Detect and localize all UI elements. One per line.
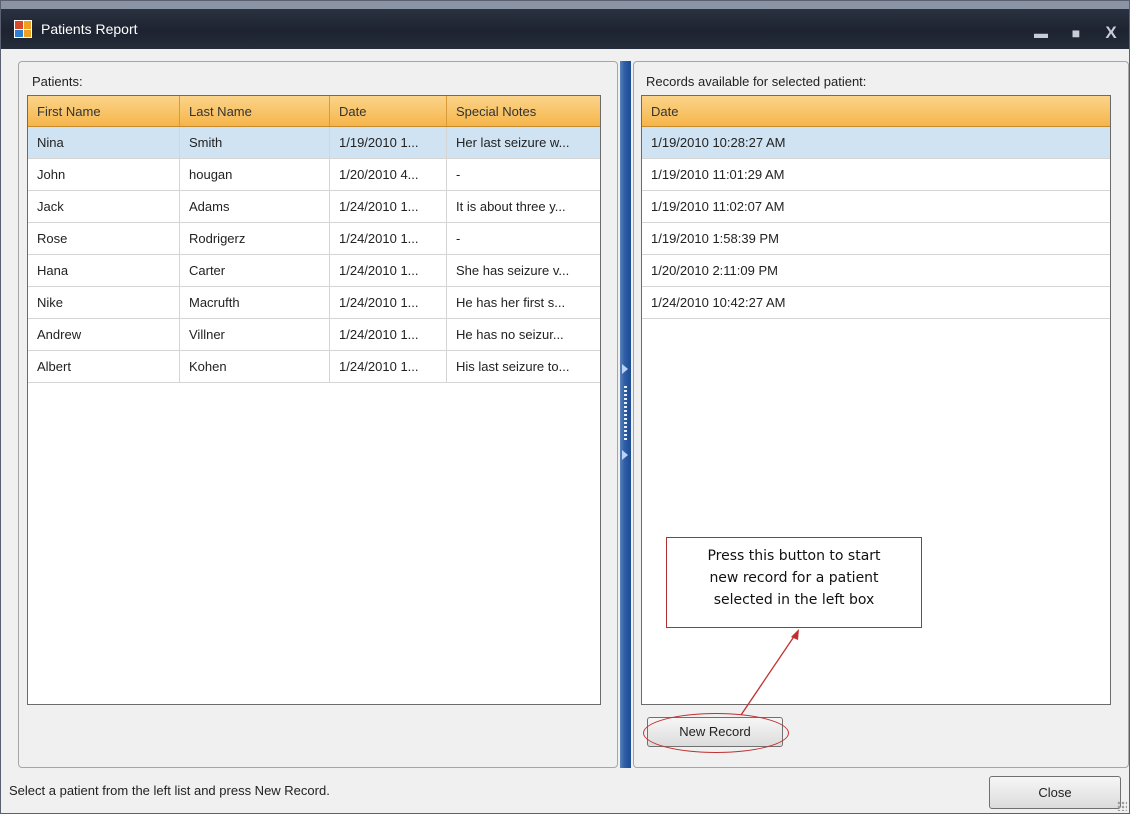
patient-row[interactable]: Nina Smith 1/19/2010 1... Her last seizure … [28, 127, 600, 159]
patient-row[interactable]: John hougan 1/20/2010 4... - [28, 159, 600, 191]
cell-special-notes: He has no seizur... [456, 327, 564, 342]
cell-date: 1/24/2010 1... [330, 287, 447, 318]
cell-date: 1/20/2010 4... [330, 159, 447, 190]
cell-record-date: 1/24/2010 10:42:27 AM [651, 295, 786, 310]
title-bar[interactable]: Patients Report ▬ ■ X [1, 1, 1129, 49]
patients-report-window: Patients Report ▬ ■ X Patients: First Na… [0, 0, 1130, 814]
cell-special-notes: It is about three y... [456, 199, 566, 214]
cell-last-name: Kohen [180, 351, 330, 382]
cell-record-date: 1/20/2010 2:11:09 PM [651, 263, 778, 278]
record-row[interactable]: 1/19/2010 11:02:07 AM [642, 191, 1110, 223]
record-row[interactable]: 1/24/2010 10:42:27 AM [642, 287, 1110, 319]
column-header-special-notes[interactable]: Special Notes [447, 96, 600, 126]
patients-grid-header: First Name Last Name Date Special Notes [28, 96, 600, 127]
cell-record-date: 1/19/2010 11:01:29 AM [651, 167, 785, 182]
maximize-icon[interactable]: ■ [1066, 23, 1086, 43]
column-header-first-name[interactable]: First Name [28, 96, 180, 126]
minimize-icon[interactable]: ▬ [1031, 23, 1051, 43]
splitter-grip-icon [624, 386, 627, 441]
cell-special-notes: - [456, 231, 461, 246]
record-row[interactable]: 1/19/2010 1:58:39 PM [642, 223, 1110, 255]
records-grid-header: Date [642, 96, 1110, 127]
callout-line: selected in the left box [713, 592, 875, 608]
cell-first-name: John [28, 159, 180, 190]
cell-record-date: 1/19/2010 11:02:07 AM [651, 199, 785, 214]
cell-date: 1/24/2010 1... [330, 223, 447, 254]
cell-first-name: Albert [28, 351, 180, 382]
cell-last-name: Villner [180, 319, 330, 350]
cell-first-name: Jack [28, 191, 180, 222]
patient-row[interactable]: Nike Macrufth 1/24/2010 1... He has her fir… [28, 287, 600, 319]
patient-row[interactable]: Rose Rodrigerz 1/24/2010 1... - [28, 223, 600, 255]
record-row[interactable]: 1/19/2010 10:28:27 AM [642, 127, 1110, 159]
cell-date: 1/24/2010 1... [330, 191, 447, 222]
cell-first-name: Nina [28, 127, 180, 158]
cell-last-name: Rodrigerz [180, 223, 330, 254]
cell-last-name: Adams [180, 191, 330, 222]
patient-row[interactable]: Jack Adams 1/24/2010 1... It is about three… [28, 191, 600, 223]
close-button[interactable]: Close [989, 776, 1121, 809]
cell-date: 1/24/2010 1... [330, 351, 447, 382]
resize-grip-icon[interactable] [1117, 801, 1127, 811]
patient-row[interactable]: Hana Carter 1/24/2010 1... She has seizure … [28, 255, 600, 287]
cell-first-name: Hana [28, 255, 180, 286]
cell-first-name: Andrew [28, 319, 180, 350]
app-icon [14, 20, 32, 38]
callout-arrow [740, 629, 799, 716]
cell-last-name: Carter [180, 255, 330, 286]
cell-special-notes: - [456, 167, 461, 182]
cell-last-name: Smith [180, 127, 330, 158]
panel-splitter[interactable] [620, 61, 631, 768]
column-header-date[interactable]: Date [330, 96, 447, 126]
cell-date: 1/24/2010 1... [330, 255, 447, 286]
column-header-last-name[interactable]: Last Name [180, 96, 330, 126]
cell-special-notes: Her last seizure w... [456, 135, 570, 150]
record-row[interactable]: 1/20/2010 2:11:09 PM [642, 255, 1110, 287]
cell-date: 1/24/2010 1... [330, 319, 447, 350]
cell-special-notes: His last seizure to... [456, 359, 570, 374]
cell-record-date: 1/19/2010 10:28:27 AM [651, 135, 786, 150]
cell-first-name: Nike [28, 287, 180, 318]
callout-line: Press this button to start [707, 548, 881, 564]
patient-row[interactable]: Albert Kohen 1/24/2010 1... His last seizur… [28, 351, 600, 383]
column-header-record-date[interactable]: Date [642, 96, 1110, 126]
cell-record-date: 1/19/2010 1:58:39 PM [651, 231, 779, 246]
cell-special-notes: She has seizure v... [456, 263, 570, 278]
status-text: Select a patient from the left list and … [9, 783, 330, 798]
patients-grid[interactable]: First Name Last Name Date Special Notes … [27, 95, 601, 705]
cell-last-name: Macrufth [180, 287, 330, 318]
patient-row[interactable]: Andrew Villner 1/24/2010 1... He has no sei… [28, 319, 600, 351]
button-highlight-ring [643, 713, 789, 753]
window-title: Patients Report [41, 21, 138, 37]
instruction-callout: Press this button to start new record fo… [666, 537, 922, 628]
record-row[interactable]: 1/19/2010 11:01:29 AM [642, 159, 1110, 191]
cell-last-name: hougan [180, 159, 330, 190]
cell-date: 1/19/2010 1... [330, 127, 447, 158]
splitter-arrow-icon [622, 450, 628, 460]
cell-special-notes: He has her first s... [456, 295, 566, 310]
close-window-icon[interactable]: X [1101, 23, 1121, 43]
callout-line: new record for a patient [709, 570, 879, 586]
patients-caption: Patients: [32, 74, 83, 89]
cell-first-name: Rose [28, 223, 180, 254]
splitter-arrow-icon [622, 364, 628, 374]
records-caption: Records available for selected patient: [646, 74, 867, 89]
